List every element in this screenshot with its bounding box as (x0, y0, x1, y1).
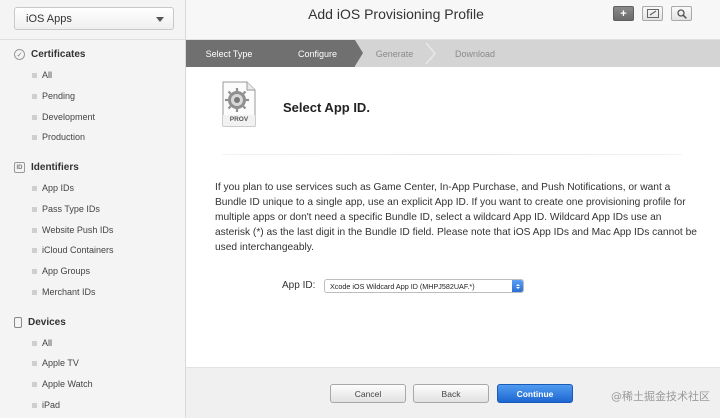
platform-select-label: iOS Apps (26, 12, 72, 25)
device-icon (14, 317, 22, 328)
plus-icon: + (620, 7, 627, 20)
continue-button[interactable]: Continue (497, 384, 573, 403)
certificate-icon: ✓ (14, 49, 25, 60)
search-icon (676, 8, 687, 19)
section-title: Select App ID. (283, 100, 370, 115)
bullet-icon (32, 247, 37, 253)
step-select-type: Select Type (186, 40, 280, 67)
sidebar-item-merchant-ids[interactable]: Merchant IDs (32, 287, 96, 297)
step-generate: Generate (358, 40, 431, 67)
step-label: Download (454, 48, 496, 59)
bullet-icon (32, 289, 37, 295)
sidebar-item-certificates-all[interactable]: All (32, 70, 52, 80)
sidebar-item-label: All (42, 70, 53, 80)
sidebar-item-label: All (42, 338, 53, 348)
sidebar-item-production[interactable]: Production (32, 132, 85, 142)
step-label: Generate (375, 48, 414, 59)
sidebar-section-devices[interactable]: Devices (14, 317, 66, 328)
bullet-icon (32, 340, 37, 346)
chevron-right-icon (425, 43, 436, 64)
section-title: Certificates (31, 49, 86, 60)
sidebar-item-app-groups[interactable]: App Groups (32, 266, 90, 276)
sidebar-item-icloud-containers[interactable]: iCloud Containers (32, 245, 114, 255)
sidebar-item-website-push-ids[interactable]: Website Push IDs (32, 225, 113, 235)
description-text: If you plan to use services such as Game… (215, 182, 697, 253)
edit-icon (646, 9, 659, 18)
app-id-select[interactable]: Xcode iOS Wildcard App ID (MHPJ582UAF.*) (324, 279, 524, 293)
section-title: Identifiers (31, 162, 79, 173)
sidebar-item-label: Production (42, 132, 86, 142)
bullet-icon (32, 185, 37, 191)
sidebar-item-label: Pending (42, 91, 76, 101)
bullet-icon (32, 114, 37, 120)
bullet-icon (32, 206, 37, 212)
footer: Cancel Back Continue @稀土掘金技术社区 (186, 367, 720, 418)
sidebar-item-label: Apple TV (42, 358, 79, 368)
sidebar-item-label: iPad (42, 400, 61, 410)
sidebar-item-apple-watch[interactable]: Apple Watch (32, 379, 93, 389)
chevron-down-icon (156, 17, 164, 22)
bullet-icon (32, 134, 37, 140)
sidebar-item-apple-tv[interactable]: Apple TV (32, 358, 79, 368)
sidebar-item-label: Development (42, 112, 96, 122)
sidebar-item-ipad[interactable]: iPad (32, 400, 60, 410)
edit-button[interactable] (642, 6, 663, 21)
sidebar-item-label: Website Push IDs (42, 225, 114, 235)
app-id-select-value: Xcode iOS Wildcard App ID (MHPJ582UAF.*) (330, 281, 475, 291)
bullet-icon (32, 402, 37, 408)
sidebar: iOS Apps ✓ Certificates All Pending Deve… (0, 0, 186, 418)
add-button[interactable]: + (613, 6, 634, 21)
sidebar-item-pass-type-ids[interactable]: Pass Type IDs (32, 204, 100, 214)
sidebar-item-label: iCloud Containers (42, 245, 114, 255)
sidebar-item-label: Merchant IDs (42, 287, 96, 297)
platform-select[interactable]: iOS Apps (14, 7, 174, 30)
sidebar-item-label: App IDs (42, 183, 75, 193)
page-title: Add iOS Provisioning Profile (308, 6, 484, 22)
divider (222, 154, 682, 155)
sidebar-divider (0, 39, 186, 40)
cancel-button[interactable]: Cancel (330, 384, 406, 403)
section-title: Devices (28, 317, 66, 328)
bullet-icon (32, 381, 37, 387)
sidebar-item-devices-all[interactable]: All (32, 338, 52, 348)
step-label: Configure (297, 48, 338, 59)
main-content: PROV Select App ID. If you plan to use s… (186, 67, 720, 367)
search-button[interactable] (671, 6, 692, 21)
prov-icon-label: PROV (229, 116, 249, 123)
step-label: Select Type (205, 48, 253, 59)
step-download: Download (438, 40, 512, 67)
sidebar-item-development[interactable]: Development (32, 112, 95, 122)
step-configure: Configure (272, 40, 363, 67)
sidebar-item-pending[interactable]: Pending (32, 91, 75, 101)
id-icon: ID (14, 162, 25, 173)
sidebar-section-identifiers[interactable]: ID Identifiers (14, 162, 79, 173)
sidebar-item-label: Apple Watch (42, 379, 93, 389)
bullet-icon (32, 268, 37, 274)
progress-steps: Select Type Configure Generate Download (186, 40, 720, 67)
bullet-icon (32, 93, 37, 99)
bullet-icon (32, 72, 37, 78)
bullet-icon (32, 360, 37, 366)
bullet-icon (32, 227, 37, 233)
sidebar-item-app-ids[interactable]: App IDs (32, 183, 74, 193)
sidebar-item-label: App Groups (42, 266, 91, 276)
watermark: @稀土掘金技术社区 (611, 390, 710, 403)
header: Add iOS Provisioning Profile + (186, 0, 720, 40)
app-id-label: App ID: (282, 280, 316, 291)
back-button[interactable]: Back (413, 384, 489, 403)
sidebar-section-certificates[interactable]: ✓ Certificates (14, 49, 85, 60)
select-stepper-icon (512, 280, 523, 292)
sidebar-item-label: Pass Type IDs (42, 204, 100, 214)
